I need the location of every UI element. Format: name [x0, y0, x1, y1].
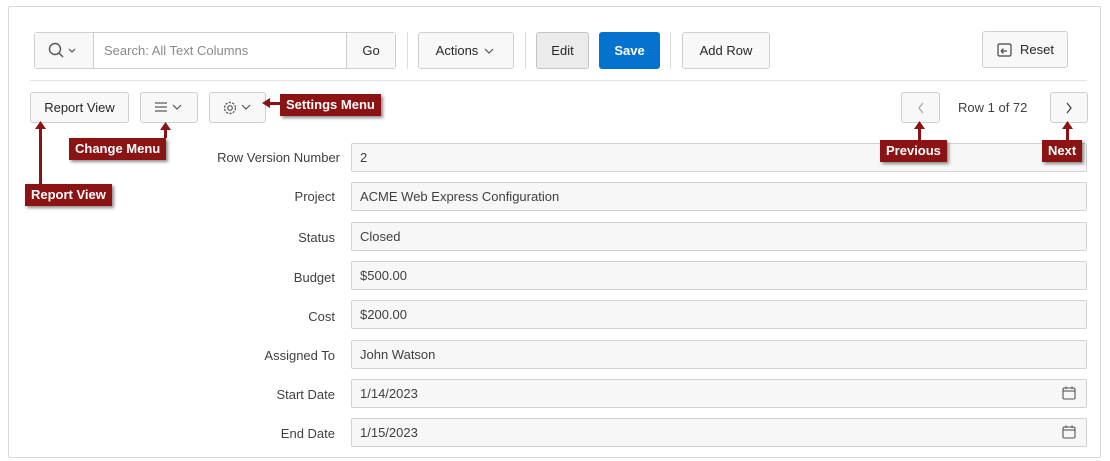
settings-menu-callout: Settings Menu — [280, 94, 381, 116]
cost-field[interactable]: $200.00 — [351, 300, 1087, 329]
row-status: Row 1 of 72 — [958, 100, 1028, 115]
go-button[interactable]: Go — [346, 33, 395, 68]
next-button[interactable] — [1050, 92, 1088, 123]
field-value: ACME Web Express Configuration — [360, 189, 560, 204]
search-column-menu[interactable] — [35, 33, 94, 68]
add-row-button[interactable]: Add Row — [682, 32, 770, 69]
next-callout: Next — [1042, 140, 1083, 162]
arrowhead-icon — [1062, 121, 1073, 129]
arrowhead-icon — [160, 122, 171, 130]
field-label: Start Date — [276, 387, 335, 402]
save-button[interactable]: Save — [599, 32, 660, 69]
assigned-to-field[interactable]: John Watson — [351, 340, 1087, 369]
field-value: Closed — [360, 229, 401, 244]
arrowhead-icon — [914, 121, 925, 129]
hamburger-icon — [155, 101, 182, 112]
gear-icon — [223, 101, 250, 114]
search-icon — [48, 42, 76, 57]
field-value: 1/14/2023 — [360, 386, 418, 401]
edit-button[interactable]: Edit — [536, 32, 589, 69]
settings-menu-button[interactable] — [209, 92, 266, 123]
toolbar-divider — [670, 32, 671, 69]
field-value: $500.00 — [360, 268, 407, 283]
field-label: Status — [298, 230, 335, 245]
search-input[interactable]: Search: All Text Columns — [94, 33, 346, 68]
reset-icon — [997, 42, 1012, 57]
previous-callout: Previous — [880, 140, 947, 162]
field-label: End Date — [280, 426, 335, 441]
chevron-left-icon — [917, 102, 924, 113]
row-version-field[interactable]: 2 — [351, 143, 1087, 172]
callout-arrow — [39, 126, 42, 184]
actions-button[interactable]: Actions — [418, 32, 514, 69]
arrowhead-icon — [35, 121, 46, 129]
project-field[interactable]: ACME Web Express Configuration — [351, 182, 1087, 211]
chevron-down-icon — [484, 48, 494, 54]
arrowhead-icon — [262, 98, 270, 108]
field-label: Row Version Number — [217, 150, 340, 165]
chevron-right-icon — [1066, 102, 1072, 113]
reset-button[interactable]: Reset — [982, 31, 1068, 68]
toolbar-divider — [525, 32, 526, 69]
field-value: 2 — [360, 150, 368, 165]
search-bar: Search: All Text Columns Go — [34, 32, 396, 69]
field-value: $200.00 — [360, 307, 407, 322]
field-label: Assigned To — [264, 348, 335, 363]
field-label: Cost — [308, 309, 335, 324]
end-date-field[interactable]: 1/15/2023 — [351, 418, 1087, 447]
change-menu-button[interactable] — [140, 92, 198, 123]
toolbar-separator — [30, 80, 1087, 81]
start-date-field[interactable]: 1/14/2023 — [351, 379, 1087, 408]
budget-field[interactable]: $500.00 — [351, 261, 1087, 290]
reset-label: Reset — [1020, 42, 1054, 57]
field-value: John Watson — [360, 347, 436, 362]
toolbar-divider — [407, 32, 408, 69]
change-menu-callout: Change Menu — [69, 138, 167, 160]
report-view-callout: Report View — [25, 184, 112, 206]
status-field[interactable]: Closed — [351, 222, 1087, 251]
field-label: Project — [294, 189, 335, 204]
previous-button[interactable] — [901, 92, 940, 123]
calendar-icon[interactable] — [1062, 425, 1076, 439]
field-value: 1/15/2023 — [360, 425, 418, 440]
report-view-button[interactable]: Report View — [30, 92, 129, 123]
actions-label: Actions — [435, 43, 479, 58]
calendar-icon[interactable] — [1062, 386, 1076, 400]
field-label: Budget — [293, 270, 335, 285]
